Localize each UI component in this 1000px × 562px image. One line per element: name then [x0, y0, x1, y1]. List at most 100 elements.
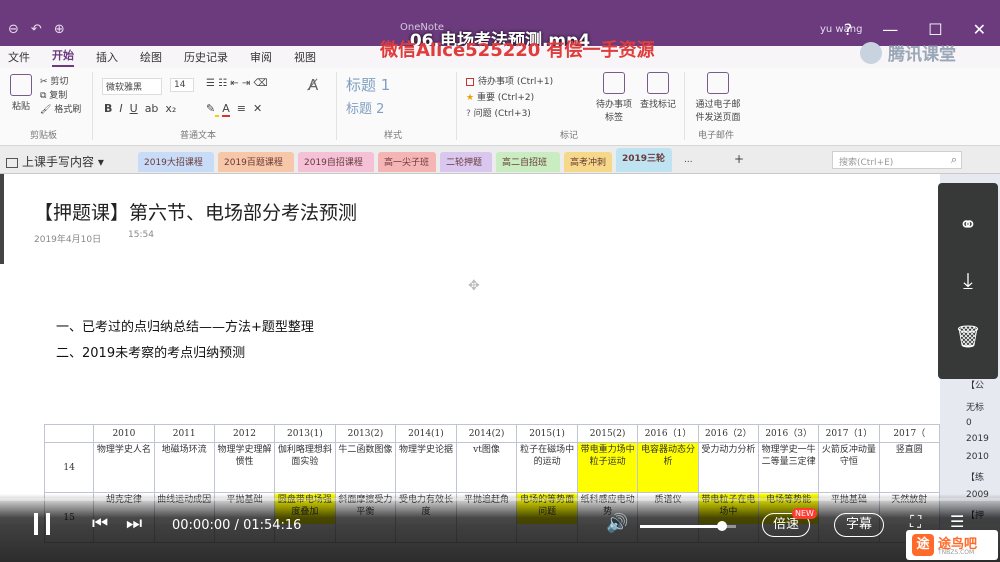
- share-icon[interactable]: ⚭: [938, 201, 998, 251]
- notebook-icon: [6, 157, 18, 168]
- page-list-item[interactable]: 2019: [966, 434, 989, 444]
- section-tab[interactable]: 高一尖子班: [378, 152, 436, 172]
- clear-format-icon[interactable]: A̸: [308, 76, 318, 94]
- outline-item[interactable]: 二、2019未考察的考点归纳预测: [56, 342, 245, 361]
- page-list-item[interactable]: 0: [966, 418, 972, 428]
- table-cell[interactable]: 带电重力场中粒子运动: [576, 442, 639, 493]
- table-cell[interactable]: 牛二函数图像: [334, 442, 397, 493]
- page-left-rail: [0, 174, 4, 264]
- page-list-item[interactable]: 【公: [966, 378, 984, 391]
- previous-icon[interactable]: ⏮: [92, 512, 108, 536]
- page-title[interactable]: 【押题课】第六节、电场部分考法预测: [34, 198, 357, 225]
- section-tab[interactable]: 2019大招课程: [138, 152, 214, 172]
- table-cell[interactable]: 物理学史论据: [395, 442, 457, 493]
- email-page-label: 通过电子邮件发送页面: [695, 100, 741, 123]
- section-tab[interactable]: 二轮押题: [440, 152, 492, 172]
- tab-file[interactable]: 文件: [8, 49, 30, 65]
- font-size-select[interactable]: 14: [170, 78, 194, 92]
- notebook-selector[interactable]: 上课手写内容 ▾: [6, 153, 104, 170]
- more-sections-button[interactable]: ...: [678, 152, 699, 172]
- tencent-logo-text: 腾讯课堂: [888, 45, 956, 65]
- volume-knob[interactable]: [717, 521, 727, 531]
- table-cell[interactable]: 火箭反冲动量守恒: [818, 442, 880, 493]
- tag-todo-label: 待办事项 (Ctrl+1): [478, 77, 554, 87]
- section-tab[interactable]: 高考冲刺: [564, 152, 612, 172]
- page-list-item[interactable]: 【练: [966, 470, 984, 483]
- tag-todo[interactable]: 待办事项 (Ctrl+1): [466, 74, 553, 87]
- ribbon-separator: [684, 72, 685, 140]
- email-page-button[interactable]: 通过电子邮件发送页面: [692, 72, 744, 123]
- paste-button[interactable]: 粘贴: [8, 74, 34, 112]
- table-cell[interactable]: 地磁场环流: [153, 442, 215, 493]
- table-cell[interactable]: 竖直圆: [878, 442, 941, 493]
- table-header-cell: 2014(1): [395, 424, 457, 443]
- next-icon[interactable]: ⏭: [126, 512, 142, 536]
- download-icon[interactable]: ⤓: [938, 257, 998, 307]
- trash-icon[interactable]: 🗑: [938, 313, 998, 363]
- table-header-cell: 2012: [213, 424, 276, 443]
- tab-history[interactable]: 历史记录: [184, 49, 228, 65]
- question-icon: ?: [466, 109, 474, 119]
- table-cell[interactable]: 粒子在磁场中的运动: [516, 442, 578, 493]
- tab-review[interactable]: 审阅: [250, 49, 272, 65]
- search-icon: ⌕: [950, 153, 957, 166]
- text-format-buttons[interactable]: B I U ab x₂: [104, 102, 176, 115]
- table-cell[interactable]: vt图像: [455, 442, 518, 493]
- heading1-style[interactable]: 标题 1: [346, 74, 390, 95]
- tab-insert[interactable]: 插入: [96, 49, 118, 65]
- table-cell[interactable]: 物理学史人名: [93, 442, 155, 493]
- search-input[interactable]: 搜索(Ctrl+E) ⌕: [832, 151, 962, 169]
- move-cursor-icon: ✥: [468, 278, 480, 294]
- tag-important[interactable]: ★ 重要 (Ctrl+2): [466, 90, 534, 103]
- add-section-button[interactable]: +: [728, 149, 750, 169]
- tab-view[interactable]: 视图: [294, 49, 316, 65]
- envelope-icon: [707, 72, 729, 94]
- tab-draw[interactable]: 绘图: [140, 49, 162, 65]
- pause-icon[interactable]: [34, 513, 50, 535]
- tag-question[interactable]: ? 问题 (Ctrl+3): [466, 106, 531, 119]
- font-group-label: 普通文本: [180, 131, 217, 141]
- section-tab[interactable]: 2019自招课程: [298, 152, 374, 172]
- todo-tag-button[interactable]: 待办事项标签: [592, 72, 636, 123]
- tab-home[interactable]: 开始: [52, 47, 74, 67]
- table-header-cell: 2017（: [878, 424, 941, 443]
- font-family-select[interactable]: 微软雅黑: [102, 78, 162, 95]
- heading2-style[interactable]: 标题 2: [346, 98, 384, 117]
- table-row: 14 物理学史人名 地磁场环流 物理学史理解惯性 伽利略理想斜面实验 牛二函数图像 物理学史…: [43, 442, 941, 493]
- find-tags-button[interactable]: 查找标记: [638, 72, 678, 110]
- list-buttons[interactable]: ☰ ☷ ⇤ ⇥ ⌫: [206, 78, 268, 89]
- table-cell[interactable]: 受力动力分析: [697, 442, 759, 493]
- table-cell[interactable]: 物理学史一牛二等量三定律: [757, 442, 820, 493]
- table-header-cell: 2015(2): [576, 424, 639, 443]
- cut-button[interactable]: ✂ 剪切: [40, 74, 68, 87]
- page-list-item[interactable]: 无标: [966, 400, 984, 413]
- copy-button[interactable]: ⧉ 复制: [40, 88, 67, 101]
- tags-group-label: 标记: [560, 131, 579, 141]
- volume-fill: [640, 525, 722, 528]
- progress-track[interactable]: [0, 498, 1000, 501]
- outline-item[interactable]: 一、已考过的点归纳总结——方法+题型整理: [56, 316, 314, 335]
- highlight-color-buttons[interactable]: ✎ A ≡ ✕: [206, 102, 262, 117]
- row-number: 14: [43, 442, 95, 493]
- format-painter-button[interactable]: 🖌 格式刷: [40, 102, 81, 115]
- table-cell[interactable]: 伽利略理想斜面实验: [274, 442, 336, 493]
- section-tab[interactable]: 2019百题课程: [218, 152, 294, 172]
- checkmark-icon: [603, 72, 625, 94]
- section-tab[interactable]: 高二自招班: [496, 152, 560, 172]
- table-header-cell: 2016（1）: [637, 424, 699, 443]
- video-frame: ⊖ ↶ ⊕ OneNote yu wang ? — ☐ ✕ 06.电场考法预测.…: [0, 0, 1000, 562]
- section-tab[interactable]: 2019三轮: [616, 148, 672, 172]
- table-header-cell: 2017（1）: [818, 424, 880, 443]
- volume-icon[interactable]: 🔊: [606, 512, 628, 536]
- page-list-item[interactable]: 2010: [966, 452, 989, 462]
- subtitle-button[interactable]: 字幕: [834, 513, 884, 537]
- note-page[interactable]: 【押题课】第六节、电场部分考法预测 2019年4月10日 15:54 ✥ 一、已…: [0, 174, 941, 543]
- notebook-name: 上课手写内容: [22, 155, 95, 169]
- email-group-label: 电子邮件: [698, 131, 735, 141]
- table-cell[interactable]: 物理学史理解惯性: [213, 442, 276, 493]
- page-date: 2019年4月10日: [34, 235, 102, 245]
- tag-question-label: 问题 (Ctrl+3): [473, 109, 531, 119]
- share-panel: ⚭ ⤓ 🗑: [938, 183, 998, 379]
- clipboard-icon: [10, 74, 32, 96]
- table-cell[interactable]: 电容器动态分析: [637, 442, 699, 493]
